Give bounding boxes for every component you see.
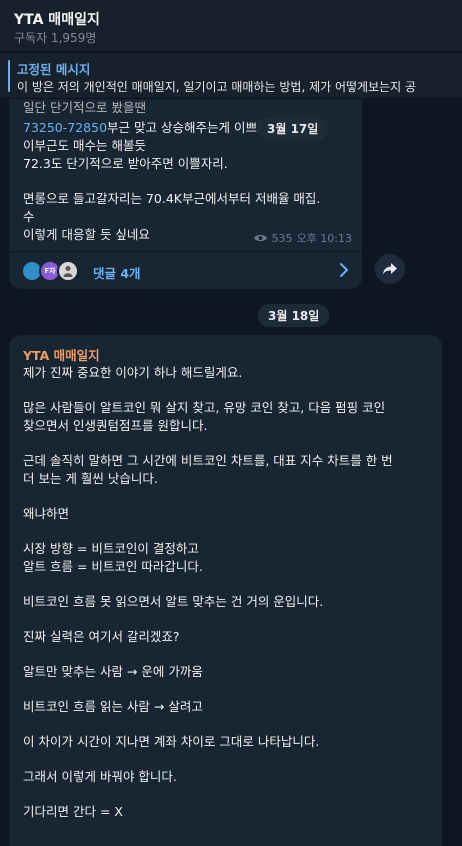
message-line: 73250-72850부근 맞고 상승해주는게 이쁘 bbox=[23, 117, 257, 136]
person-icon bbox=[63, 266, 73, 277]
eye-icon bbox=[253, 234, 267, 242]
chevron-right-icon bbox=[340, 263, 348, 277]
message-line: 72.3도 단기적으로 받아주면 이쁠자리. bbox=[23, 156, 228, 171]
pinned-message-bar[interactable]: 고정된 메시지 이 방은 저의 개인적인 매매일지, 일기이고 매매하는 방법,… bbox=[0, 53, 462, 99]
message-line: 왜냐하면 bbox=[23, 506, 70, 521]
message-line: 이 차이가 시간이 지나면 계좌 차이로 그대로 나타납니다. bbox=[23, 734, 320, 749]
channel-header[interactable]: YTA 매매일지 구독자 1,959명 bbox=[0, 0, 462, 52]
price-range-link[interactable]: 73250-72850 bbox=[23, 120, 107, 135]
comments-label: 댓글 4개 bbox=[93, 266, 141, 281]
message-bubble: YTA 매매일지 제가 진짜 중요한 이야기 하나 해드릴게요. 많은 사람들이… bbox=[9, 335, 442, 846]
share-button[interactable] bbox=[375, 254, 405, 284]
message-line: 더 보는 게 훨씬 낫습니다. bbox=[23, 471, 158, 486]
message-line: 이렇게 대응할 듯 싶네요 bbox=[23, 227, 150, 242]
avatar bbox=[57, 260, 79, 282]
pinned-text: 이 방은 저의 개인적인 매매일지, 일기이고 매매하는 방법, 제가 어떻게보… bbox=[17, 80, 417, 94]
pinned-title: 고정된 메시지 bbox=[17, 62, 91, 77]
message-line: 비트코인 흐름 읽는 사람 → 살려고 bbox=[23, 699, 203, 714]
message-line: 기다리면 간다 = X bbox=[23, 804, 123, 819]
message-line: 알트 흐름 = 비트코인 따라갑니다. bbox=[23, 559, 203, 574]
message-line: 제가 진짜 중요한 이야기 하나 해드릴게요. bbox=[23, 365, 243, 380]
message-line: 시장 방향 = 비트코인이 결정하고 bbox=[23, 541, 199, 556]
message-line: 비트코인 흐름 못 읽으면서 알트 맞추는 건 거의 운입니다. bbox=[23, 594, 324, 609]
subscriber-count: 구독자 1,959명 bbox=[14, 31, 97, 45]
share-arrow-icon bbox=[383, 263, 397, 275]
message-line: 많은 사람들이 알트코인 뭐 살지 찾고, 유망 코인 찾고, 다음 펌핑 코인 bbox=[23, 400, 386, 415]
message-time: 오후 10:13 bbox=[296, 232, 352, 245]
message-line: 알트만 맞추는 사람 → 운에 가까움 bbox=[23, 664, 203, 679]
date-chip: 3월 18일 bbox=[258, 304, 330, 327]
comments-bar[interactable]: F자 댓글 4개 bbox=[9, 251, 362, 289]
date-chip: 3월 17일 bbox=[257, 117, 329, 140]
view-count: 535 bbox=[271, 231, 293, 245]
message-line: 진짜 실력은 여기서 갈리겠죠? bbox=[23, 629, 180, 644]
message-line: 이부근도 매수는 해볼듯 bbox=[23, 138, 146, 153]
message-meta: 535 오후 10:13 bbox=[253, 230, 352, 246]
message-line: 면롱으로 들고갈자리는 70.4K부근에서부터 저배율 매집. bbox=[23, 191, 321, 206]
channel-title: YTA 매매일지 bbox=[14, 12, 100, 28]
message-line: 그래서 이렇게 바꿔야 합니다. bbox=[23, 769, 177, 784]
message-line: 찾으면서 인생퀀텀점프를 원합니다. bbox=[23, 418, 208, 433]
message-line: 수 bbox=[23, 209, 35, 224]
message-text: 부근 맞고 상승해주는게 이쁘 bbox=[107, 120, 257, 135]
pinned-accent-bar bbox=[8, 60, 10, 92]
message-line: 근데 솔직히 말하면 그 시간에 비트코인 차트를, 대표 지수 차트를 한 번 bbox=[23, 453, 393, 468]
message-line: 일단 단기적으로 봤을땐 bbox=[23, 100, 146, 115]
